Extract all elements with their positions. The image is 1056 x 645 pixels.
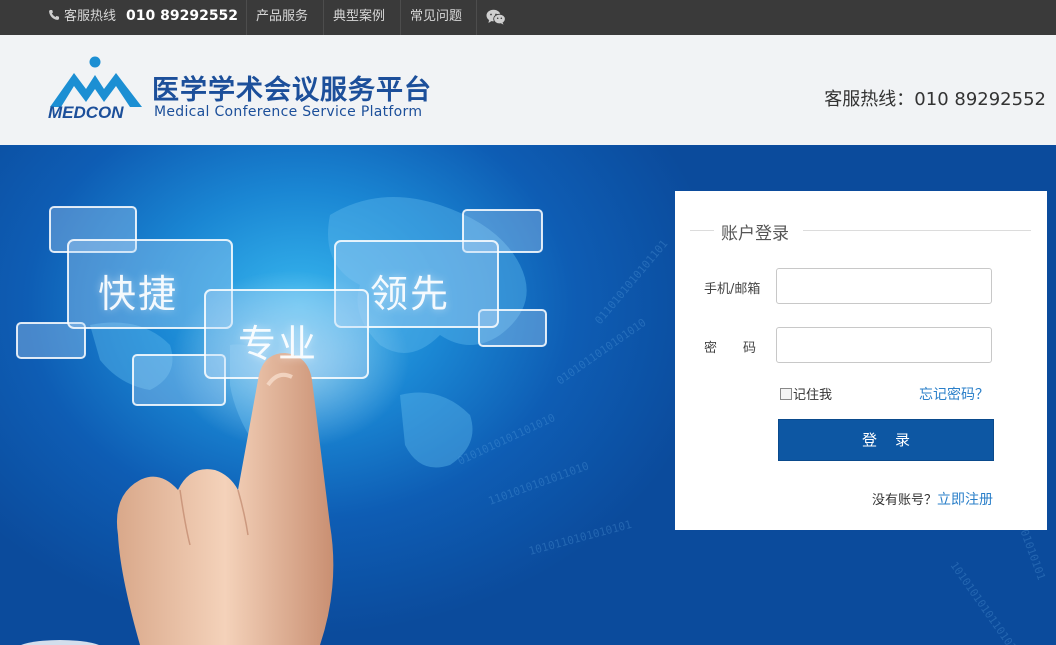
no-account-text: 没有账号？ bbox=[872, 493, 938, 508]
svg-text:10101010101101011: 10101010101101011 bbox=[948, 559, 1023, 645]
remember-checkbox[interactable] bbox=[780, 388, 792, 400]
password-label: 密 码 bbox=[704, 341, 757, 356]
nav-cases[interactable]: 典型案例 bbox=[333, 0, 385, 35]
logo-text: MEDCON bbox=[48, 103, 124, 121]
banner-word-professional: 专业 bbox=[238, 322, 319, 366]
password-input[interactable] bbox=[776, 327, 992, 363]
medcon-logo[interactable]: MEDCON bbox=[48, 55, 146, 121]
site-subtitle: Medical Conference Service Platform bbox=[154, 104, 423, 120]
topbar-hotline-label: 客服热线 bbox=[64, 9, 117, 24]
remember-me[interactable]: 记住我 bbox=[780, 384, 832, 403]
banner-word-leading: 领先 bbox=[370, 272, 451, 316]
forgot-password-link[interactable]: 忘记密码？ bbox=[919, 384, 989, 404]
nav-products[interactable]: 产品服务 bbox=[256, 0, 308, 35]
top-bar: 客服热线 010 89292552 产品服务 典型案例 常见问题 bbox=[0, 0, 1056, 35]
divider bbox=[476, 0, 477, 35]
svg-text:0110101010101101: 0110101010101101 bbox=[592, 237, 670, 327]
remember-label: 记住我 bbox=[793, 388, 833, 403]
divider bbox=[323, 0, 324, 35]
svg-text:1010110101010101: 1010110101010101 bbox=[527, 518, 633, 558]
header-hotline: 客服热线：010 89292552 bbox=[824, 89, 1046, 110]
nav-faq[interactable]: 常见问题 bbox=[410, 0, 462, 35]
login-button[interactable]: 登录 bbox=[778, 419, 994, 461]
divider bbox=[400, 0, 401, 35]
account-input[interactable] bbox=[776, 268, 992, 304]
svg-text:1101010101011010: 1101010101011010 bbox=[487, 459, 591, 507]
register-link[interactable]: 立即注册 bbox=[937, 492, 993, 508]
divider bbox=[803, 230, 1031, 231]
banner-word-fast: 快捷 bbox=[98, 272, 179, 316]
phone-icon bbox=[49, 10, 59, 20]
topbar-hotline-number: 010 89292552 bbox=[126, 8, 239, 24]
login-panel: 账户登录 手机/邮箱 密 码 记住我 忘记密码？ 登录 没有账号？立即注册 bbox=[675, 191, 1047, 530]
site-title: 医学学术会议服务平台 bbox=[152, 75, 432, 106]
topbar-hotline: 客服热线 010 89292552 bbox=[48, 0, 238, 35]
divider bbox=[246, 0, 247, 35]
account-label: 手机/邮箱 bbox=[704, 282, 761, 297]
wechat-icon[interactable] bbox=[486, 9, 506, 25]
no-account-line: 没有账号？立即注册 bbox=[872, 489, 993, 509]
site-header: MEDCON 医学学术会议服务平台 Medical Conference Ser… bbox=[0, 35, 1056, 145]
login-title: 账户登录 bbox=[719, 219, 791, 244]
divider bbox=[690, 230, 714, 231]
